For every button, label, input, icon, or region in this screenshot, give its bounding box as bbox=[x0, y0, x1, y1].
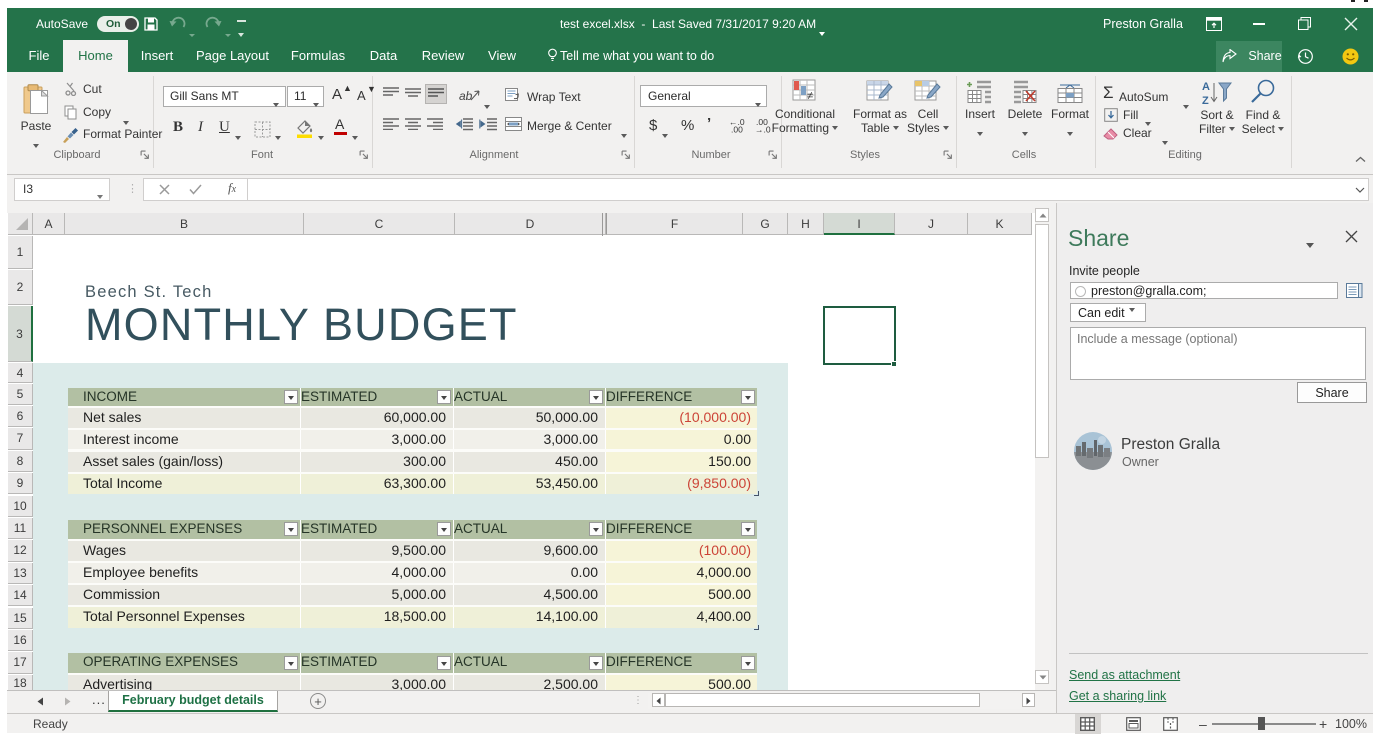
svg-text:≠: ≠ bbox=[807, 90, 813, 102]
svg-text:.00: .00 bbox=[731, 125, 743, 134]
svg-text:Z: Z bbox=[1202, 95, 1209, 106]
svg-text:A: A bbox=[1202, 81, 1210, 93]
svg-text:→.0: →.0 bbox=[755, 125, 771, 134]
svg-text:ab: ab bbox=[459, 89, 473, 103]
